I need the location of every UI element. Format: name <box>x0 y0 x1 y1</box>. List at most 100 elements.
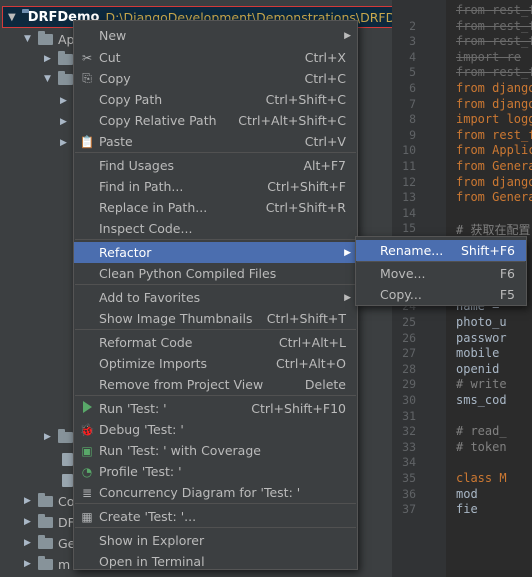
expand-arrow-icon[interactable]: ▼ <box>8 12 16 23</box>
line-number: 2 <box>409 18 416 33</box>
tree-file[interactable] <box>62 470 73 490</box>
paste-icon: 📋 <box>79 134 95 149</box>
menu-item-concurrency[interactable]: ≣ Concurrency Diagram for 'Test: ' <box>74 482 357 503</box>
submenu-arrow-icon: ▶ <box>344 292 351 303</box>
menu-separator <box>75 239 356 240</box>
menu-item-debug-test[interactable]: 🐞 Debug 'Test: ' <box>74 419 357 440</box>
line-number: 12 <box>402 174 416 189</box>
code-line: import re <box>456 49 522 64</box>
menu-separator <box>75 395 356 396</box>
line-number: 31 <box>402 408 416 423</box>
tree-item[interactable]: ▼ <box>44 69 73 89</box>
line-number: 32 <box>402 424 416 439</box>
tree-item[interactable]: ▶ <box>44 49 73 69</box>
menu-item-label: Remove from Project View <box>99 377 264 392</box>
expand-arrow-icon[interactable]: ▶ <box>44 54 58 64</box>
menu-item-cut[interactable]: ✂ Cut Ctrl+X <box>74 47 357 68</box>
expand-arrow-icon[interactable]: ▶ <box>60 138 74 148</box>
expand-arrow-icon[interactable]: ▶ <box>60 117 74 127</box>
expand-arrow-icon[interactable]: ▶ <box>24 517 38 527</box>
menu-separator <box>75 527 356 528</box>
menu-separator <box>75 503 356 504</box>
folder-icon <box>38 513 53 528</box>
line-number: 13 <box>402 190 416 205</box>
menu-item-paste[interactable]: 📋 Paste Ctrl+V <box>74 131 357 152</box>
tree-item[interactable]: ▶ <box>60 112 74 132</box>
code-line: sms_cod <box>456 393 507 407</box>
line-number: 15 <box>402 221 416 236</box>
menu-item-add-to-favorites[interactable]: Add to Favorites ▶ <box>74 287 357 308</box>
collapse-arrow-icon[interactable]: ▼ <box>24 34 38 44</box>
tree-item-ap[interactable]: ▼ Ap <box>24 29 75 49</box>
submenu-item-label: Copy... <box>380 287 422 302</box>
tree-item[interactable]: ▶ <box>60 91 74 111</box>
menu-item-shortcut: Ctrl+Alt+L <box>278 335 346 350</box>
menu-item-replace-in-path[interactable]: Replace in Path... Ctrl+Shift+R <box>74 197 357 218</box>
menu-item-run-coverage[interactable]: ▣ Run 'Test: ' with Coverage <box>74 440 357 461</box>
menu-item-show-explorer[interactable]: Show in Explorer <box>74 530 357 551</box>
submenu-item-shortcut: F6 <box>499 266 515 281</box>
tree-item[interactable]: ▶ <box>60 133 74 153</box>
tree-item-ge[interactable]: ▶ Ge <box>24 533 75 553</box>
menu-item-find-in-path[interactable]: Find in Path... Ctrl+Shift+F <box>74 176 357 197</box>
menu-item-shortcut: Ctrl+Shift+F10 <box>251 401 346 416</box>
menu-item-label: Cut <box>99 50 121 65</box>
submenu-item-shortcut: F5 <box>499 287 515 302</box>
menu-item-new[interactable]: New ▶ <box>74 25 357 46</box>
submenu-item-move[interactable]: Move... F6 <box>356 263 526 284</box>
menu-item-inspect-code[interactable]: Inspect Code... <box>74 218 357 239</box>
menu-item-show-thumbnails[interactable]: Show Image Thumbnails Ctrl+Shift+T <box>74 308 357 329</box>
folder-icon <box>38 555 53 570</box>
expand-arrow-icon[interactable]: ▶ <box>24 538 38 548</box>
code-line: from rest_f <box>456 3 532 17</box>
line-number: 7 <box>409 96 416 111</box>
submenu-item-shortcut: Shift+F6 <box>460 243 515 258</box>
tree-item-co[interactable]: ▶ Co <box>24 491 74 511</box>
menu-item-find-usages[interactable]: Find Usages Alt+F7 <box>74 155 357 176</box>
concurrency-icon: ≣ <box>81 485 93 500</box>
menu-item-reformat-code[interactable]: Reformat Code Ctrl+Alt+L <box>74 332 357 353</box>
menu-item-copy-path[interactable]: Copy Path Ctrl+Shift+C <box>74 89 357 110</box>
expand-arrow-icon[interactable]: ▶ <box>24 559 38 569</box>
menu-item-shortcut: Ctrl+Alt+O <box>276 356 346 371</box>
menu-item-remove-from-view[interactable]: Remove from Project View Delete <box>74 374 357 395</box>
expand-arrow-icon[interactable]: ▶ <box>24 496 38 506</box>
menu-item-shortcut: Ctrl+C <box>304 71 346 86</box>
menu-item-profile-test[interactable]: ◔ Profile 'Test: ' <box>74 461 357 482</box>
menu-item-label: Paste <box>99 134 133 149</box>
menu-item-create-test[interactable]: ▦ Create 'Test: '... <box>74 506 357 527</box>
submenu-item-copy[interactable]: Copy... F5 <box>356 284 526 305</box>
code-line: photo_u <box>456 315 507 329</box>
collapse-arrow-icon[interactable]: ▼ <box>44 74 58 84</box>
submenu-item-rename[interactable]: Rename... Shift+F6 <box>356 240 526 261</box>
menu-item-copy[interactable]: ⎘ Copy Ctrl+C <box>74 68 357 89</box>
file-icon <box>62 452 73 466</box>
line-number: 26 <box>402 330 416 345</box>
tree-item-df[interactable]: ▶ DF <box>24 512 75 532</box>
submenu-arrow-icon: ▶ <box>344 247 351 258</box>
code-line: # write <box>456 377 507 392</box>
menu-item-label: Optimize Imports <box>99 356 208 371</box>
tree-item[interactable]: ▶ <box>44 427 73 447</box>
code-line: from django <box>456 81 532 95</box>
code-line: import logg <box>456 112 532 127</box>
tree-file[interactable] <box>62 449 73 469</box>
menu-item-run-test[interactable]: Run 'Test: ' Ctrl+Shift+F10 <box>74 398 357 419</box>
code-line: openid <box>456 361 500 376</box>
code-line: fie <box>456 502 478 517</box>
folder-icon <box>38 30 53 45</box>
line-number: 27 <box>402 346 416 361</box>
menu-item-label: Copy <box>99 71 131 86</box>
menu-item-refactor[interactable]: Refactor ▶ <box>74 242 357 263</box>
expand-arrow-icon[interactable]: ▶ <box>60 96 74 106</box>
menu-item-shortcut: Delete <box>304 377 346 392</box>
run-icon <box>78 401 96 416</box>
menu-item-copy-relative-path[interactable]: Copy Relative Path Ctrl+Alt+Shift+C <box>74 110 357 131</box>
menu-item-label: New <box>99 28 127 43</box>
menu-item-open-terminal[interactable]: Open in Terminal <box>74 551 357 572</box>
menu-item-optimize-imports[interactable]: Optimize Imports Ctrl+Alt+O <box>74 353 357 374</box>
tree-item-m[interactable]: ▶ m <box>24 554 70 574</box>
menu-item-clean-compiled[interactable]: Clean Python Compiled Files <box>74 263 357 284</box>
menu-item-label: Show Image Thumbnails <box>99 311 253 326</box>
expand-arrow-icon[interactable]: ▶ <box>44 432 58 442</box>
